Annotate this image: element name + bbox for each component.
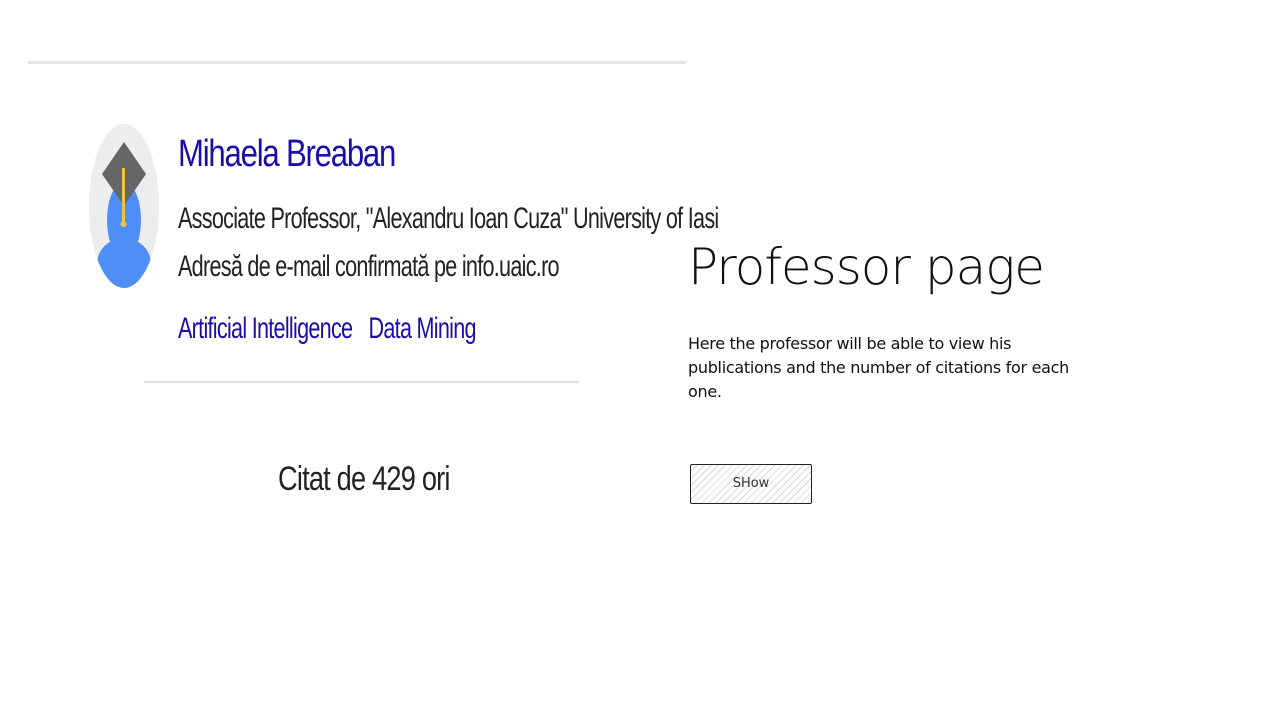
professor-name-link[interactable]: Mihaela Breaban [178,133,396,176]
profile-avatar[interactable] [89,124,159,288]
section-divider [144,381,579,383]
research-interests: Artificial Intelligence Data Mining [178,312,489,346]
top-divider [28,61,686,64]
citation-count: Citat de 429 ori [278,460,450,498]
verified-email: Adresă de e-mail confirmată pe info.uaic… [178,250,560,283]
page-title: Professor page [688,238,1045,296]
page-description: Here the professor will be able to view … [688,334,1069,401]
professor-affiliation: Associate Professor, "Alexandru Ioan Cuz… [178,202,719,235]
interest-link-artificial-intelligence[interactable]: Artificial Intelligence [178,312,353,345]
interest-link-data-mining[interactable]: Data Mining [368,312,476,345]
show-button[interactable]: SHow [690,464,812,504]
graduate-avatar-icon [89,124,159,288]
